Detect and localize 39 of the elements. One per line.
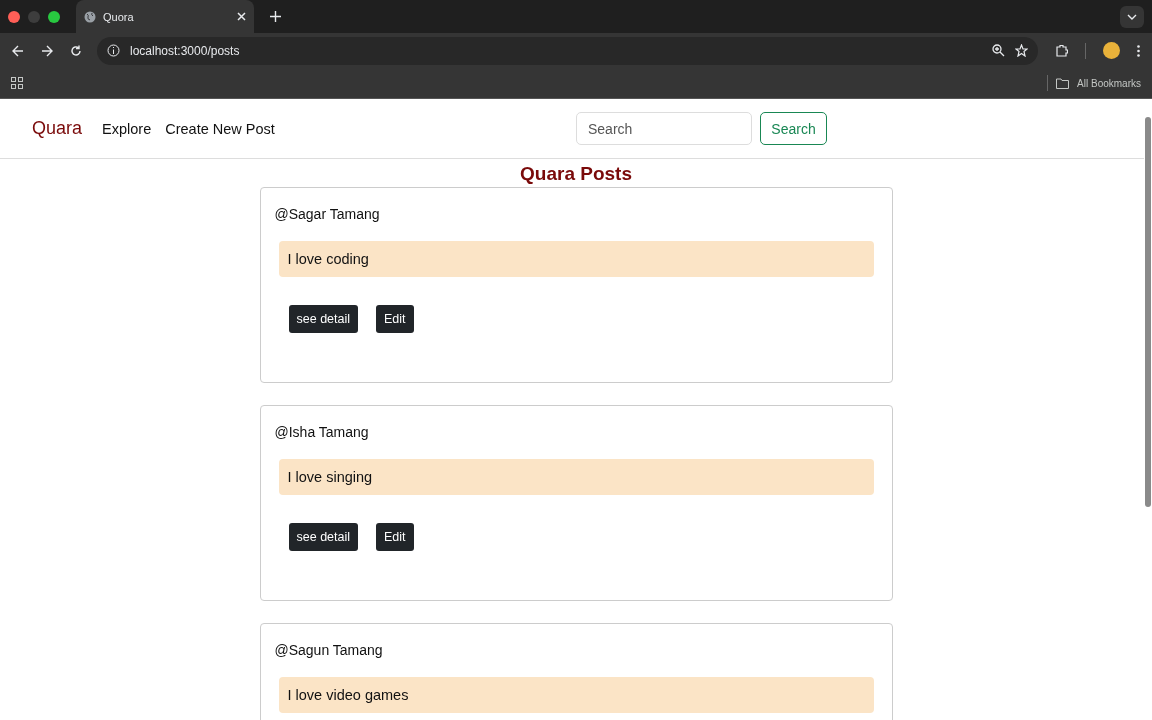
post-button[interactable]: Edit bbox=[376, 305, 414, 333]
forward-icon[interactable] bbox=[41, 44, 53, 57]
all-bookmarks-link[interactable]: All Bookmarks bbox=[1077, 77, 1141, 89]
profile-avatar[interactable] bbox=[1103, 42, 1120, 59]
page-title: Quara Posts bbox=[519, 163, 633, 184]
close-icon[interactable] bbox=[237, 12, 246, 21]
post-author: @Sagun Tamang bbox=[274, 642, 384, 658]
post-content: I love video games bbox=[278, 677, 874, 713]
search-field[interactable]: Search bbox=[576, 112, 752, 145]
address-bar[interactable]: localhost:3000/posts bbox=[97, 36, 1038, 65]
tab-search-button[interactable] bbox=[1120, 5, 1144, 28]
post-button[interactable]: see detail bbox=[288, 305, 358, 333]
info-icon bbox=[107, 44, 120, 57]
globe-icon bbox=[84, 10, 96, 23]
folder-icon bbox=[1056, 77, 1070, 89]
puzzle-icon[interactable] bbox=[1055, 44, 1068, 57]
post-button[interactable]: Edit bbox=[376, 523, 414, 551]
post-content: I love coding bbox=[278, 241, 874, 277]
nav-link[interactable]: Explore bbox=[102, 120, 152, 137]
post-button[interactable]: see detail bbox=[288, 523, 358, 551]
star-icon[interactable] bbox=[1015, 44, 1028, 57]
zoom-icon[interactable] bbox=[992, 44, 1005, 57]
caret-icon bbox=[1127, 13, 1137, 20]
search-button[interactable]: Search bbox=[760, 112, 827, 145]
browser-tab[interactable]: Quora bbox=[76, 0, 254, 33]
back-icon[interactable] bbox=[12, 44, 24, 57]
post-author: @Isha Tamang bbox=[274, 424, 370, 440]
apps-grid-icon[interactable] bbox=[11, 77, 23, 89]
new-tab-icon[interactable] bbox=[270, 11, 281, 22]
post-author: @Sagar Tamang bbox=[274, 206, 381, 222]
nav-link[interactable]: Create New Post bbox=[165, 120, 275, 137]
post-content: I love singing bbox=[278, 459, 874, 495]
tab-title: Quora bbox=[103, 10, 135, 23]
scrollbar-thumb[interactable] bbox=[1145, 117, 1151, 507]
maximize-window-button[interactable] bbox=[48, 10, 60, 23]
brand-link[interactable]: Quara bbox=[32, 118, 83, 139]
reload-icon[interactable] bbox=[70, 44, 82, 57]
close-window-button[interactable] bbox=[8, 10, 20, 23]
menu-icon[interactable] bbox=[1137, 44, 1140, 57]
